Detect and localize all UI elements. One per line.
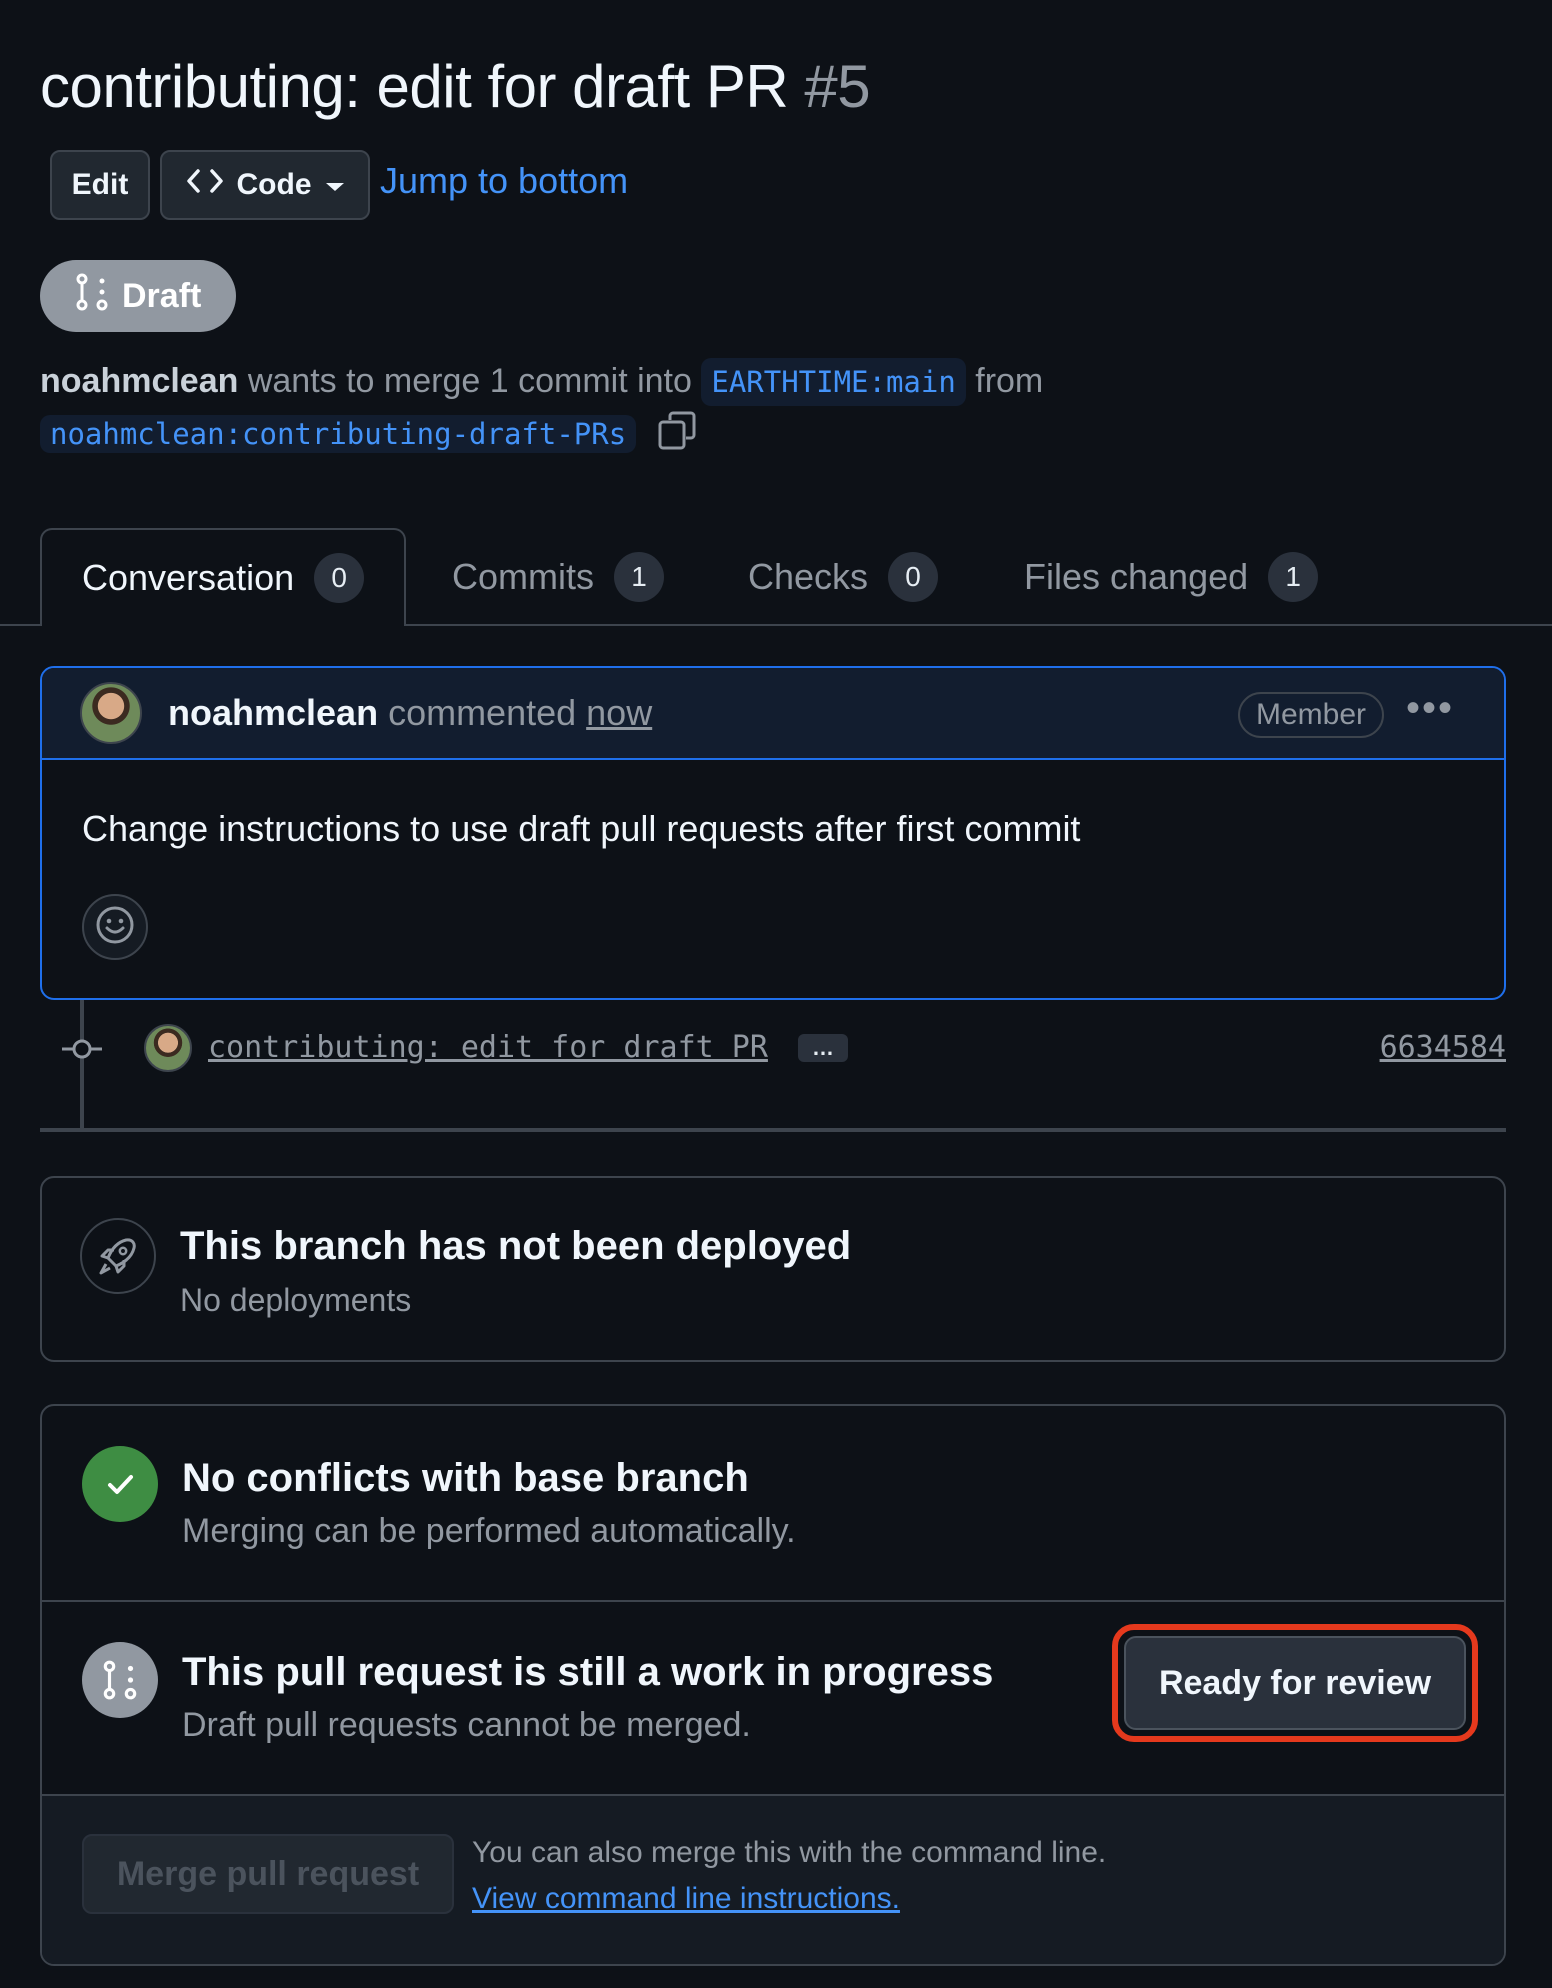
git-commit-icon — [60, 1033, 104, 1065]
head-branch-row: noahmclean:contributing-draft-PRs — [40, 410, 698, 457]
tab-count: 0 — [888, 552, 939, 602]
from-text: from — [975, 362, 1044, 400]
tab-label: Files changed — [1024, 556, 1249, 597]
tab-label: Checks — [748, 556, 869, 597]
base-branch[interactable]: EARTHTIME:main — [701, 358, 966, 406]
code-icon — [185, 166, 225, 204]
comment-body: Change instructions to use draft pull re… — [82, 808, 1081, 849]
tab-count: 0 — [314, 553, 365, 603]
tab-conversation[interactable]: Conversation 0 — [40, 528, 407, 626]
commit-sha-link[interactable]: 6634584 — [1380, 1030, 1506, 1065]
jump-to-bottom-link[interactable]: Jump to bottom — [380, 160, 628, 202]
wip-subtitle: Draft pull requests cannot be merged. — [182, 1706, 751, 1744]
check-icon — [82, 1446, 158, 1522]
avatar[interactable] — [80, 682, 142, 744]
comment-author[interactable]: noahmclean — [168, 692, 378, 734]
edit-button[interactable]: Edit — [50, 150, 150, 220]
deployment-title: This branch has not been deployed — [180, 1224, 852, 1268]
draft-pr-icon — [72, 272, 112, 321]
draft-pr-icon — [82, 1642, 158, 1718]
deployment-subtitle: No deployments — [180, 1282, 412, 1318]
conflicts-title: No conflicts with base branch — [182, 1456, 749, 1500]
chevron-down-icon — [324, 168, 346, 202]
smiley-icon — [94, 904, 136, 951]
tab-count: 1 — [1268, 552, 1319, 602]
conflicts-subtitle: Merging can be performed automatically. — [182, 1512, 796, 1550]
pr-author-link[interactable]: noahmclean — [40, 362, 238, 400]
member-badge: Member — [1237, 692, 1384, 738]
code-button-label: Code — [236, 168, 312, 201]
tab-checks[interactable]: Checks 0 — [748, 528, 939, 626]
merge-divider — [42, 1600, 1504, 1602]
wip-title: This pull request is still a work in pro… — [182, 1650, 994, 1694]
tab-label: Conversation — [82, 557, 295, 598]
status-badge: Draft — [40, 260, 236, 332]
merge-description: wants to merge 1 commit into — [247, 362, 692, 400]
add-reaction-button[interactable] — [82, 894, 148, 960]
edit-button-label: Edit — [71, 168, 129, 201]
tab-label: Commits — [452, 556, 594, 597]
more-options-icon[interactable]: ••• — [1406, 686, 1454, 731]
tab-files-changed[interactable]: Files changed 1 — [1024, 528, 1319, 626]
comment-verb: commented — [388, 692, 577, 733]
head-branch[interactable]: noahmclean:contributing-draft-PRs — [40, 414, 637, 453]
pr-description-comment: noahmclean commented now Member ••• Chan… — [40, 666, 1506, 1000]
comment-header: noahmclean commented now Member ••• — [42, 668, 1504, 760]
commit-expand-button[interactable]: … — [798, 1034, 848, 1062]
timeline-commit: contributing: edit for draft PR … 663458… — [60, 1024, 1506, 1074]
pr-number: #5 — [804, 53, 871, 120]
commit-avatar[interactable] — [144, 1024, 192, 1072]
cli-merge-text: You can also merge this with the command… — [472, 1836, 1107, 1869]
pr-title: contributing: edit for draft PR — [40, 53, 789, 120]
comment-timestamp[interactable]: now — [586, 692, 652, 734]
deployment-status-box: This branch has not been deployed No dep… — [40, 1176, 1506, 1362]
page-title: contributing: edit for draft PR #5 — [40, 52, 871, 121]
cli-instructions-link[interactable]: View command line instructions. — [472, 1882, 900, 1916]
commit-message-link[interactable]: contributing: edit for draft PR — [208, 1030, 768, 1065]
copy-icon[interactable] — [656, 410, 698, 457]
tab-commits[interactable]: Commits 1 — [452, 528, 664, 626]
rocket-icon — [80, 1218, 156, 1294]
pr-merge-summary: noahmclean wants to merge 1 commit into … — [40, 358, 1043, 406]
merge-box: No conflicts with base branch Merging ca… — [40, 1404, 1506, 1966]
timeline-end-divider — [40, 1128, 1506, 1132]
code-button[interactable]: Code — [160, 150, 370, 220]
tab-count: 1 — [614, 552, 664, 602]
status-badge-label: Draft — [122, 276, 202, 315]
ready-for-review-button[interactable]: Ready for review — [1124, 1636, 1466, 1730]
merge-pull-request-button[interactable]: Merge pull request — [82, 1834, 454, 1914]
